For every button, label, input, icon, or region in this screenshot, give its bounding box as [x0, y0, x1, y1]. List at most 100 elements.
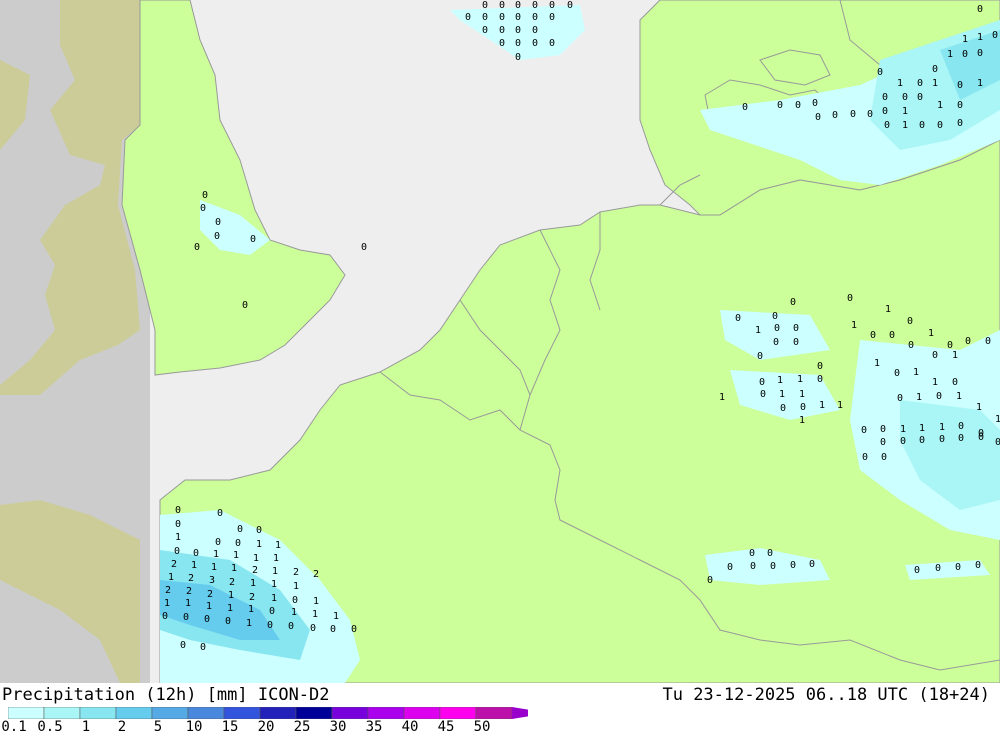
precip-value-label: 1: [902, 120, 908, 131]
precip-value-label: 0: [992, 30, 998, 41]
precip-value-label: 1: [779, 389, 785, 400]
precip-value-label: 0: [935, 563, 941, 574]
legend-swatch: [43, 707, 81, 719]
precip-value-label: 0: [907, 316, 913, 327]
precip-value-label: 0: [256, 525, 262, 536]
precip-value-label: 0: [847, 293, 853, 304]
precip-value-label: 0: [880, 437, 886, 448]
precip-value-label: 0: [175, 519, 181, 530]
precip-value-label: 0: [549, 0, 555, 11]
precip-value-label: 1: [897, 78, 903, 89]
precip-value-label: 0: [532, 38, 538, 49]
precip-value-label: 1: [228, 590, 234, 601]
precip-value-label: 0: [759, 377, 765, 388]
precip-value-label: 1: [248, 604, 254, 615]
precip-value-label: 0: [237, 524, 243, 535]
precip-value-label: 0: [267, 620, 273, 631]
precip-value-label: 0: [817, 374, 823, 385]
precip-value-label: 0: [193, 548, 199, 559]
precip-value-label: 0: [862, 452, 868, 463]
legend-swatch: [259, 707, 297, 719]
precip-value-label: 1: [175, 532, 181, 543]
precip-value-label: 0: [936, 391, 942, 402]
precip-value-label: 0: [800, 402, 806, 413]
precip-value-label: 0: [985, 336, 991, 347]
legend-swatch: [439, 707, 477, 719]
precip-value-label: 0: [250, 234, 256, 245]
precip-value-label: 0: [958, 433, 964, 444]
precip-value-label: 0: [955, 562, 961, 573]
precip-value-label: 1: [977, 32, 983, 43]
legend-swatch: [331, 707, 369, 719]
precip-value-label: 0: [749, 548, 755, 559]
precip-value-label: 0: [499, 0, 505, 11]
precip-value-label: 0: [215, 537, 221, 548]
precip-value-label: 1: [952, 350, 958, 361]
precip-value-label: 1: [271, 579, 277, 590]
precip-value-label: 1: [271, 593, 277, 604]
precip-value-label: 0: [767, 548, 773, 559]
precip-value-label: 1: [312, 609, 318, 620]
precip-value-label: 0: [793, 323, 799, 334]
precip-value-label: 2: [293, 567, 299, 578]
precip-value-label: 0: [225, 616, 231, 627]
precip-value-label: 0: [757, 351, 763, 362]
precip-value-label: 0: [515, 0, 521, 11]
precip-value-label: 2: [165, 585, 171, 596]
precip-value-label: 2: [171, 559, 177, 570]
precip-value-label: 0: [532, 25, 538, 36]
precip-value-label: 0: [465, 12, 471, 23]
precip-value-label: 0: [817, 361, 823, 372]
precip-value-label: 1: [939, 422, 945, 433]
precip-value-label: 1: [246, 618, 252, 629]
precip-value-label: 0: [515, 52, 521, 63]
precip-value-label: 0: [351, 624, 357, 635]
precip-value-label: 0: [183, 612, 189, 623]
legend-swatch: [79, 707, 117, 719]
precip-value-label: 1: [291, 607, 297, 618]
precip-value-label: 0: [884, 120, 890, 131]
precip-value-label: 0: [870, 330, 876, 341]
precip-value-label: 0: [310, 623, 316, 634]
precip-value-label: 0: [770, 561, 776, 572]
precip-value-label: 0: [499, 25, 505, 36]
precip-value-label: 1: [168, 572, 174, 583]
precip-value-label: 0: [532, 12, 538, 23]
precip-value-label: 0: [977, 48, 983, 59]
legend-swatch: [295, 707, 333, 719]
precip-value-label: 1: [231, 563, 237, 574]
precip-value-label: 2: [207, 589, 213, 600]
precip-value-label: 1: [976, 402, 982, 413]
precip-value-label: 2: [313, 569, 319, 580]
precip-value-label: 0: [881, 452, 887, 463]
precip-value-label: 2: [229, 577, 235, 588]
color-legend: 0.1 0.5 1 2 5 10 15 20 25 30 35 40 45 50: [1, 707, 528, 735]
precip-value-label: 2: [186, 586, 192, 597]
precip-value-label: 1: [256, 539, 262, 550]
precip-value-label: 0: [200, 203, 206, 214]
precip-value-label: 0: [812, 98, 818, 109]
legend-arrow: [512, 707, 528, 719]
map-valid-time: Tu 23-12-2025 06..18 UTC (18+24): [662, 685, 990, 705]
precip-value-label: 0: [330, 624, 336, 635]
precip-value-label: 1: [164, 598, 170, 609]
legend-swatch: [8, 707, 45, 719]
precip-value-label: 0: [894, 368, 900, 379]
precip-value-label: 1: [902, 106, 908, 117]
precip-value-label: 1: [947, 49, 953, 60]
precip-value-label: 0: [549, 38, 555, 49]
legend-swatch: [151, 707, 189, 719]
map-title: Precipitation (12h) [mm] ICON-D2: [2, 685, 330, 705]
precip-value-label: 0: [499, 38, 505, 49]
precip-value-label: 1: [213, 549, 219, 560]
precip-value-label: 0: [957, 118, 963, 129]
precip-value-label: 0: [777, 100, 783, 111]
precip-value-label: 0: [707, 575, 713, 586]
precip-value-label: 1: [293, 581, 299, 592]
precip-value-label: 0: [867, 109, 873, 120]
precip-value-label: 1: [851, 320, 857, 331]
precip-value-label: 1: [272, 566, 278, 577]
precip-value-label: 1: [962, 34, 968, 45]
precip-value-label: 0: [242, 300, 248, 311]
precip-value-label: 0: [861, 425, 867, 436]
